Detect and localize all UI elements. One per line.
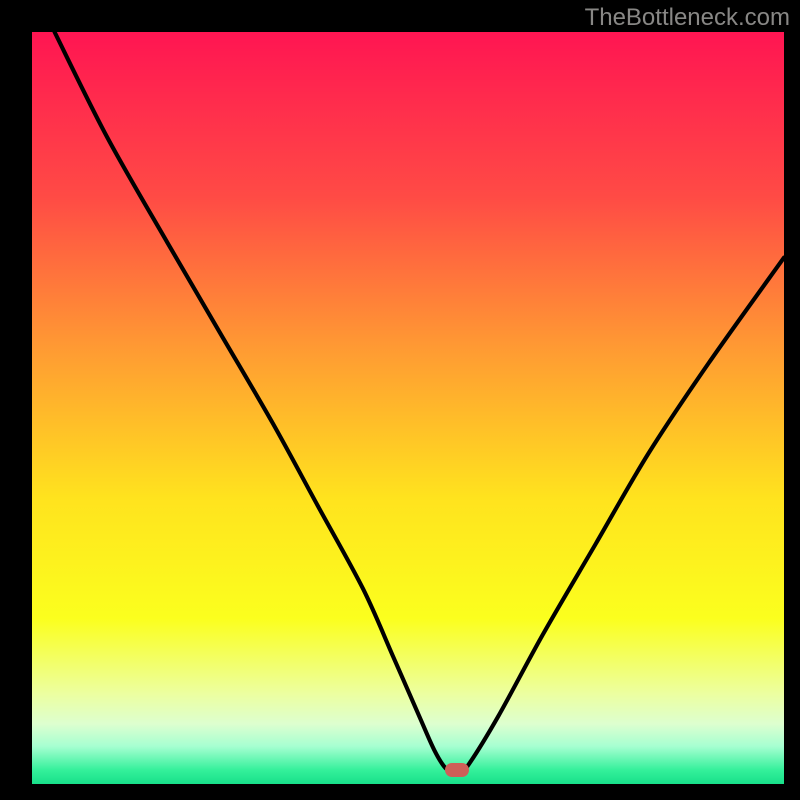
bottleneck-curve [32,32,784,784]
attribution-text: TheBottleneck.com [585,4,790,32]
curve-path [55,32,784,771]
chart-frame: TheBottleneck.com [0,0,800,800]
plot-area [32,32,784,784]
minimum-marker [445,763,469,777]
